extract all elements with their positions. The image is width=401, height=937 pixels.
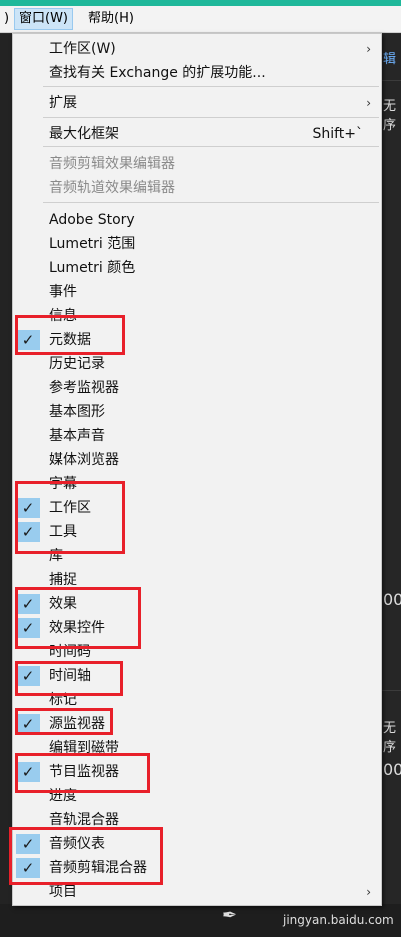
annotation-highlight-box [15,753,150,793]
background-text: 辑 [383,52,397,67]
submenu-arrow-icon: › [366,42,371,56]
menu-item-14[interactable]: 参考监视器 [13,377,381,399]
menu-item-2[interactable]: 查找有关 Exchange 的扩展功能... [13,62,381,84]
watermark: jingyan.baidu.com [283,913,394,927]
annotation-highlight-box [15,481,125,554]
background-text: 无序 [383,721,397,755]
menu-item-8[interactable]: Lumetri 范围 [13,233,381,255]
background-left-panel [0,34,12,937]
menu-separator [43,86,379,87]
menu-item-label: 事件 [49,284,77,300]
pen-tool-icon[interactable]: ✒ [222,905,250,931]
menu-help[interactable]: 帮助(H) [84,9,138,29]
menu-separator [43,202,379,203]
menu-separator [43,146,379,147]
background-right-panel [381,34,401,937]
background-text: 无序 [383,99,397,133]
annotation-highlight-box [9,827,163,885]
background-divider [381,80,401,81]
menu-item-10[interactable]: 事件 [13,281,381,303]
menu-item-label: Lumetri 范围 [49,236,136,252]
menu-item-label: 参考监视器 [49,380,119,396]
annotation-highlight-box [15,315,125,355]
menu-item-label: 扩展 [49,95,77,111]
menu-item-label: 基本声音 [49,428,105,444]
submenu-arrow-icon: › [366,96,371,110]
menu-bar-fragment[interactable]: ) [0,9,13,29]
menu-item-label: 查找有关 Exchange 的扩展功能... [49,65,266,81]
menu-item-4[interactable]: 最大化框架 Shift+` [13,123,381,145]
menu-item-label: 工作区(W) [49,41,116,57]
window-menu-dropdown: 工作区(W) › 查找有关 Exchange 的扩展功能... 扩展 › 最大化框架 Shi… [9,33,382,906]
menu-item-5: 音频剪辑效果编辑器 [13,153,381,175]
menu-separator [43,117,379,118]
menu-item-label: Adobe Story [49,212,135,228]
menu-item-16[interactable]: 基本声音 [13,425,381,447]
menu-item-label: 媒体浏览器 [49,452,119,468]
annotation-highlight-box [15,661,123,696]
shortcut-label: Shift+` [312,126,363,142]
annotation-highlight-box [15,587,141,649]
background-text: 00 [383,760,401,779]
menu-item-1[interactable]: 工作区(W) › [13,38,381,60]
background-text: 00 [383,590,401,609]
menu-item-label: 音频轨道效果编辑器 [49,180,175,196]
menu-item-7[interactable]: Adobe Story [13,209,381,231]
menu-item-label: Lumetri 颜色 [49,260,136,276]
annotation-highlight-box [15,708,113,735]
menu-item-9[interactable]: Lumetri 颜色 [13,257,381,279]
menu-window[interactable]: 窗口(W) [14,8,73,30]
menu-item-13[interactable]: 历史记录 [13,353,381,375]
menu-item-3[interactable]: 扩展 › [13,92,381,114]
menu-bar: ) 窗口(W) 帮助(H) [0,6,401,33]
background-divider [381,690,401,691]
menu-item-label: 最大化框架 [49,126,119,142]
menu-item-label: 基本图形 [49,404,105,420]
menu-item-17[interactable]: 媒体浏览器 [13,449,381,471]
menu-item-label: 历史记录 [49,356,105,372]
menu-item-label: 音频剪辑效果编辑器 [49,156,175,172]
menu-item-6: 音频轨道效果编辑器 [13,177,381,199]
submenu-arrow-icon: › [366,885,371,899]
menu-item-15[interactable]: 基本图形 [13,401,381,423]
